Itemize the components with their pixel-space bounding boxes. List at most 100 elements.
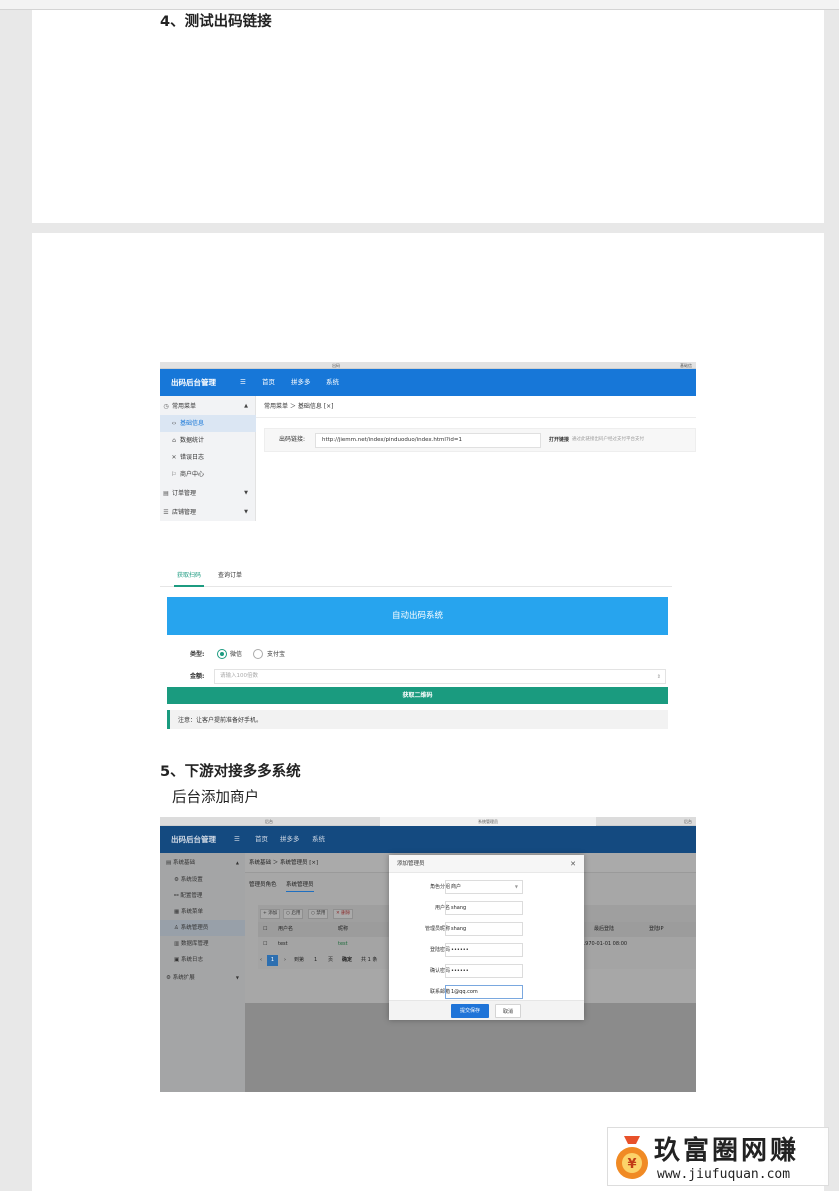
browser-tab-active[interactable]: 系统管理员 [380, 817, 596, 826]
system-banner: 自动出码系统 [167, 597, 668, 635]
section-4-title: 4、测试出码链接 [160, 14, 272, 30]
svg-text:¥: ¥ [627, 1157, 636, 1172]
email-input[interactable]: 1@qq.com [445, 985, 523, 999]
caret-up-icon: ▲ [244, 403, 248, 409]
radio-alipay[interactable] [253, 649, 263, 659]
field-nickname: 管理员昵称 shang [389, 921, 584, 937]
sidebar-group-order[interactable]: ▤ 订单管理 ▼ [160, 485, 256, 502]
sidebar-item-menu[interactable]: ▦ 系统菜单 [160, 904, 245, 920]
clock-icon: ◷ [163, 403, 169, 410]
role-group-select[interactable]: 商户 ▼ [445, 880, 523, 894]
cancel-button[interactable]: 取消 [495, 1004, 521, 1018]
close-icon: ✕ [171, 454, 177, 461]
gear-icon: ⚙ [166, 975, 173, 981]
browser-tab[interactable]: 后台 [265, 817, 273, 826]
nav-home[interactable]: 首页 [262, 369, 275, 396]
browser-tab[interactable]: 出码 [332, 362, 340, 369]
field-password: 登陆密码 •••••• [389, 942, 584, 958]
field-username: 用户名 shang [389, 900, 584, 916]
modal-title: 添加管理员 [389, 855, 584, 873]
password-input[interactable]: •••••• [445, 943, 523, 957]
select-all-checkbox[interactable]: ☐ [263, 922, 267, 937]
enable-button[interactable]: ○ 启用 [283, 909, 304, 919]
chevron-down-icon: ▼ [514, 884, 518, 889]
menu-fold-icon[interactable]: ☰ [234, 826, 240, 853]
caret-down-icon: ▼ [244, 490, 248, 496]
sidebar-group-system[interactable]: ▤ 系统基础 ▲ [160, 855, 245, 871]
close-icon[interactable]: ✕ [570, 855, 576, 873]
admin-brand: 出码后台管理 [171, 378, 216, 387]
section-5-title: 5、下游对接多多系统 [160, 764, 301, 780]
nav-pinduoduo[interactable]: 拼多多 [291, 369, 311, 396]
sidebar-item-admins[interactable]: ♙ 系统管理员 [160, 920, 245, 936]
disable-button[interactable]: ○ 禁用 [308, 909, 329, 919]
row-checkbox[interactable]: ☐ [263, 937, 267, 952]
admin-header: 出码后台管理 ☰ 首页 拼多多 系统 [160, 369, 696, 396]
page-input[interactable]: 1 [314, 954, 317, 967]
screenshot-add-merchant: 后台 系统管理员 后台 出码后台管理 ☰ 首页 拼多多 系统 ▤ 系统基础 ▲ ⚙… [160, 817, 696, 1092]
sidebar-item-statistics[interactable]: ⌂ 数据统计 [160, 432, 256, 449]
sidebar-item-database[interactable]: ▥ 数据库管理 [160, 936, 245, 952]
field-role-group: 角色分组 商户 ▼ [389, 879, 584, 895]
menu-fold-icon[interactable]: ☰ [240, 369, 246, 396]
browser-tab-strip: 出码 基础信 [160, 362, 696, 369]
prev-page-icon[interactable]: ‹ [260, 954, 262, 967]
sidebar-group-shop[interactable]: ☰ 店铺管理 ▼ [160, 504, 256, 521]
open-link-button[interactable]: 打开链接 [549, 429, 569, 451]
confirm-password-input[interactable]: •••••• [445, 964, 523, 978]
money-bag-icon: ¥ [616, 1136, 648, 1179]
caret-down-icon: ▼ [244, 509, 248, 515]
section-5-subtitle: 后台添加商户 [172, 790, 259, 806]
stepper-icon[interactable]: ⇕ [657, 670, 661, 685]
list-icon: ☰ [163, 509, 169, 516]
modal-footer: 提交保存 取消 [389, 1000, 584, 1020]
list-icon: ▤ [166, 860, 173, 866]
tab-system-admins[interactable]: 系统管理员 [286, 879, 314, 892]
tab-admin-roles[interactable]: 管理员角色 [249, 879, 277, 891]
username-input[interactable]: shang [445, 901, 523, 915]
next-page-icon[interactable]: › [284, 954, 286, 967]
watermark-url: www.jiufuquan.com [657, 1167, 791, 1182]
submit-save-button[interactable]: 提交保存 [451, 1004, 489, 1018]
page-current[interactable]: 1 [267, 955, 278, 966]
sidebar-group-extend[interactable]: ⚙ 系统扩展 ▼ [160, 970, 245, 986]
add-admin-modal: 添加管理员 ✕ 角色分组 商户 ▼ 用户名 shang 管理员昵称 shang 登… [389, 855, 584, 1020]
browser-tab[interactable]: 后台 [684, 817, 692, 826]
get-qrcode-button[interactable]: 获取二维码 [167, 687, 668, 704]
radio-wechat[interactable] [217, 649, 227, 659]
radio-alipay-label: 支付宝 [267, 651, 286, 658]
main-content: 常用菜单 ＞ 基础信息 [×] 出码链接: http://jiemm.net/i… [256, 396, 696, 521]
admin-brand: 出码后台管理 [171, 835, 216, 844]
page-confirm-button[interactable]: 确定 [342, 954, 352, 967]
sidebar: ◷ 常用菜单 ▲ ‹› 基础信息 ⌂ 数据统计 ✕ 错误日志 ⚐ 商户中心 ▤ 订单管理 ▼… [160, 396, 256, 521]
sidebar-group-common[interactable]: ◷ 常用菜单 ▲ [160, 398, 256, 415]
nav-home[interactable]: 首页 [255, 826, 268, 853]
sidebar-item-error-log[interactable]: ✕ 错误日志 [160, 449, 256, 466]
nickname-input[interactable]: shang [445, 922, 523, 936]
tab-get-qrcode[interactable]: 获取扫码 [174, 567, 205, 587]
open-link-hint: 通过此链接出码户经过支付平台支付 [572, 437, 644, 442]
caret-down-icon: ▼ [235, 975, 239, 980]
amount-input[interactable]: 请输入100倍数 ⇕ [214, 669, 666, 684]
sidebar-item-settings[interactable]: ⚙ 系统设置 [160, 872, 245, 888]
database-icon: ▥ [174, 941, 181, 947]
nav-pinduoduo[interactable]: 拼多多 [280, 826, 300, 853]
code-link-input[interactable]: http://jiemm.net/index/pinduoduo/index.h… [315, 433, 541, 448]
nav-system[interactable]: 系统 [312, 826, 325, 853]
sidebar-item-basic-info[interactable]: ‹› 基础信息 [160, 415, 256, 432]
delete-button[interactable]: ✕ 删除 [333, 909, 354, 919]
watermark: ¥ 玖富圈网赚 www.jiufuquan.com [607, 1127, 829, 1186]
log-icon: ▣ [174, 957, 181, 963]
list-icon: ▤ [163, 490, 169, 497]
sidebar-item-config[interactable]: ⚯ 配置管理 [160, 888, 245, 904]
nav-system[interactable]: 系统 [326, 369, 339, 396]
add-button[interactable]: + 添加 [260, 909, 281, 919]
field-email: 联系邮箱 1@qq.com [389, 984, 584, 1000]
sidebar-item-merchant[interactable]: ⚐ 商户中心 [160, 466, 256, 483]
sidebar-item-logs[interactable]: ▣ 系统日志 [160, 952, 245, 968]
field-confirm-password: 确认密码 •••••• [389, 963, 584, 979]
document-page-2: 出码 基础信 出码后台管理 ☰ 首页 拼多多 系统 ◷ 常用菜单 ▲ ‹› 基础信息… [32, 233, 824, 1191]
browser-tab[interactable]: 基础信 [680, 362, 692, 369]
tab-query-order[interactable]: 查询订单 [218, 567, 242, 585]
document-page-1: 4、测试出码链接 [32, 10, 824, 223]
